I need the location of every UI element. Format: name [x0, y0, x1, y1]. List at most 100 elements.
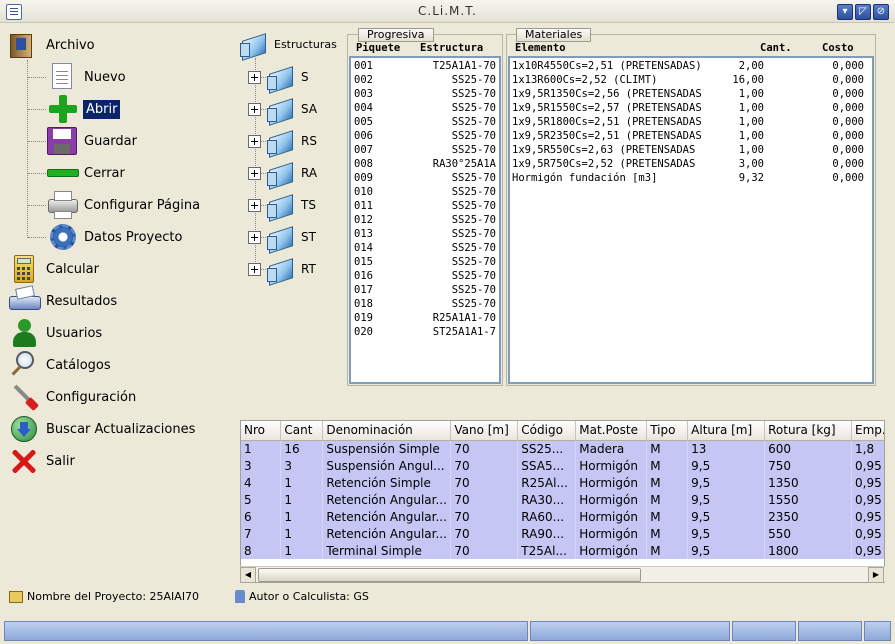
- progresiva-row[interactable]: 003 SS25-70: [354, 88, 496, 102]
- horizontal-scrollbar[interactable]: ◀ ▶: [240, 566, 885, 583]
- structure-node[interactable]: SA: [248, 95, 317, 123]
- menu-configuracion[interactable]: Configuración: [8, 382, 136, 412]
- progresiva-row[interactable]: 010 SS25-70: [354, 186, 496, 200]
- material-row[interactable]: Hormigón fundación [m3] 9,32 0,000: [512, 172, 864, 186]
- grid-row[interactable]: 4 1 Retención Simple 70 R25Al... Hormigón M 9,5…: [241, 474, 884, 491]
- grid-cell: 1: [241, 440, 282, 457]
- grid-column-header[interactable]: Cant: [280, 421, 324, 441]
- progresiva-row[interactable]: 013 SS25-70: [354, 228, 496, 242]
- material-row[interactable]: 1x9,5R1550Cs=2,57 (PRETENSADAS 1,00 0,000: [512, 102, 864, 116]
- material-row[interactable]: 1x9,5R750Cs=2,52 (PRETENSADAS 3,00 0,000: [512, 158, 864, 172]
- close-button[interactable]: ⊘: [873, 4, 889, 20]
- progresiva-row[interactable]: 005 SS25-70: [354, 116, 496, 130]
- menu-abrir[interactable]: Abrir: [46, 94, 121, 124]
- structure-node[interactable]: RA: [248, 159, 317, 187]
- piquete-cell: 005: [354, 116, 373, 128]
- grid-row[interactable]: 3 3 Suspensión Angul... 70 SSA5... Hormigón M 9…: [241, 457, 884, 474]
- expand-icon[interactable]: [248, 70, 261, 84]
- progresiva-row[interactable]: 008 RA30°25A1A: [354, 158, 496, 172]
- menu-archivo[interactable]: Archivo: [8, 30, 95, 60]
- progresiva-row[interactable]: 019 R25A1A1-70: [354, 312, 496, 326]
- header-estructura: Estructura: [420, 42, 484, 54]
- structure-node[interactable]: ST: [248, 223, 316, 251]
- grid-column-header[interactable]: Emp.: [851, 421, 884, 441]
- menu-configuracion-label: Configuración: [46, 389, 137, 405]
- progresiva-row[interactable]: 011 SS25-70: [354, 200, 496, 214]
- material-row[interactable]: 1x9,5R2350Cs=2,51 (PRETENSADAS 1,00 0,000: [512, 130, 864, 144]
- grid-column-header[interactable]: Tipo: [646, 421, 689, 441]
- menu-guardar[interactable]: Guardar: [46, 126, 137, 156]
- structure-label: RS: [301, 134, 317, 148]
- grid-column-header[interactable]: Rotura [kg]: [764, 421, 852, 441]
- menu-nuevo[interactable]: Nuevo: [46, 62, 126, 92]
- grid-column-header[interactable]: Denominación: [322, 421, 452, 441]
- progresiva-row[interactable]: 004 SS25-70: [354, 102, 496, 116]
- estructuras-root[interactable]: Estructuras: [238, 30, 337, 58]
- grid-row[interactable]: 6 1 Retención Angular... 70 RA60... Hormigón M…: [241, 508, 884, 525]
- progresiva-row[interactable]: 012 SS25-70: [354, 214, 496, 228]
- scroll-left-arrow[interactable]: ◀: [240, 567, 256, 583]
- material-row[interactable]: 1x9,5R550Cs=2,63 (PRETENSADAS 1,00 0,000: [512, 144, 864, 158]
- menu-usuarios[interactable]: Usuarios: [8, 318, 102, 348]
- progresiva-list[interactable]: 001 T25A1A1-70 002 SS25-70 003 SS25-70 004 SS25…: [349, 56, 501, 384]
- expand-icon[interactable]: [248, 198, 261, 212]
- progresiva-row[interactable]: 014 SS25-70: [354, 242, 496, 256]
- tab-materiales[interactable]: Materiales: [516, 28, 592, 42]
- grid-cell: 70: [450, 508, 519, 525]
- piquete-cell: 007: [354, 144, 373, 156]
- menu-guardar-label: Guardar: [84, 133, 137, 149]
- scroll-right-arrow[interactable]: ▶: [868, 567, 884, 583]
- progresiva-row[interactable]: 015 SS25-70: [354, 256, 496, 270]
- grid-column-header[interactable]: Nro: [241, 421, 282, 441]
- expand-icon[interactable]: [248, 134, 261, 148]
- menu-cerrar[interactable]: Cerrar: [46, 158, 125, 188]
- expand-icon[interactable]: [248, 262, 261, 276]
- menu-salir[interactable]: Salir: [8, 446, 75, 476]
- expand-icon[interactable]: [248, 166, 261, 180]
- expand-icon[interactable]: [248, 102, 261, 116]
- progresiva-row[interactable]: 006 SS25-70: [354, 130, 496, 144]
- expand-icon[interactable]: [248, 230, 261, 244]
- scroll-thumb[interactable]: [258, 568, 641, 582]
- material-row[interactable]: 1x10R4550Cs=2,51 (PRETENSADAS) 2,00 0,000: [512, 60, 864, 74]
- grid-row[interactable]: 8 1 Terminal Simple 70 T25Al... Hormigón M 9,5 1…: [241, 542, 884, 559]
- grid-column-header[interactable]: Altura [m]: [687, 421, 766, 441]
- progresiva-row[interactable]: 009 SS25-70: [354, 172, 496, 186]
- structure-node[interactable]: RS: [248, 127, 317, 155]
- menu-datos-proyecto[interactable]: Datos Proyecto: [46, 222, 182, 252]
- menu-resultados[interactable]: Resultados: [8, 285, 117, 316]
- progresiva-row[interactable]: 017 SS25-70: [354, 284, 496, 298]
- grid-column-header[interactable]: Mat.Poste: [575, 421, 648, 441]
- structure-node[interactable]: TS: [248, 191, 316, 219]
- material-row[interactable]: 1x13R600Cs=2,52 (CLIMT) 16,00 0,000: [512, 74, 864, 88]
- material-row[interactable]: 1x9,5R1800Cs=2,51 (PRETENSADAS 1,00 0,000: [512, 116, 864, 130]
- progresiva-row[interactable]: 007 SS25-70: [354, 144, 496, 158]
- grid-cell: 1,8: [851, 440, 884, 457]
- menu-catalogos[interactable]: Catálogos: [8, 350, 111, 380]
- menu-calcular[interactable]: Calcular: [8, 254, 99, 284]
- materiales-list[interactable]: 1x10R4550Cs=2,51 (PRETENSADAS) 2,00 0,000 1…: [508, 56, 874, 384]
- material-row[interactable]: 1x9,5R1350Cs=2,56 (PRETENSADAS 1,00 0,000: [512, 88, 864, 102]
- grid-cell: Retención Angular...: [322, 525, 452, 542]
- menu-configurar-pagina[interactable]: Configurar Página: [46, 190, 200, 220]
- progresiva-row[interactable]: 020 ST25A1A1-7: [354, 326, 496, 340]
- structure-node[interactable]: RT: [248, 255, 316, 283]
- tab-progresiva[interactable]: Progresiva: [358, 28, 434, 42]
- estructura-cell: ST25A1A1-7: [432, 326, 496, 338]
- grid-row[interactable]: 5 1 Retención Angular... 70 RA30... Hormigón M…: [241, 491, 884, 508]
- grid-column-header[interactable]: Código: [517, 421, 577, 441]
- minimize-button[interactable]: ▾: [837, 4, 853, 20]
- maximize-button[interactable]: ◸: [855, 4, 871, 20]
- project-info: Nombre del Proyecto: 25AIAI70: [9, 590, 199, 603]
- progresiva-row[interactable]: 001 T25A1A1-70: [354, 60, 496, 74]
- grid-row[interactable]: 1 16 Suspensión Simple 70 SS25... Madera M 13 60…: [241, 440, 884, 457]
- grid-cell: 70: [450, 542, 519, 559]
- progresiva-row[interactable]: 002 SS25-70: [354, 74, 496, 88]
- structure-node[interactable]: S: [248, 63, 309, 91]
- grid-row[interactable]: 7 1 Retención Angular... 70 RA90... Hormigón M…: [241, 525, 884, 542]
- menu-buscar-actualizaciones[interactable]: Buscar Actualizaciones: [8, 414, 195, 444]
- progresiva-row[interactable]: 016 SS25-70: [354, 270, 496, 284]
- progresiva-row[interactable]: 018 SS25-70: [354, 298, 496, 312]
- grid-column-header[interactable]: Vano [m]: [450, 421, 519, 441]
- results-grid[interactable]: Nro Cant Denominación Vano [m] Código Mat.Pos…: [240, 420, 885, 583]
